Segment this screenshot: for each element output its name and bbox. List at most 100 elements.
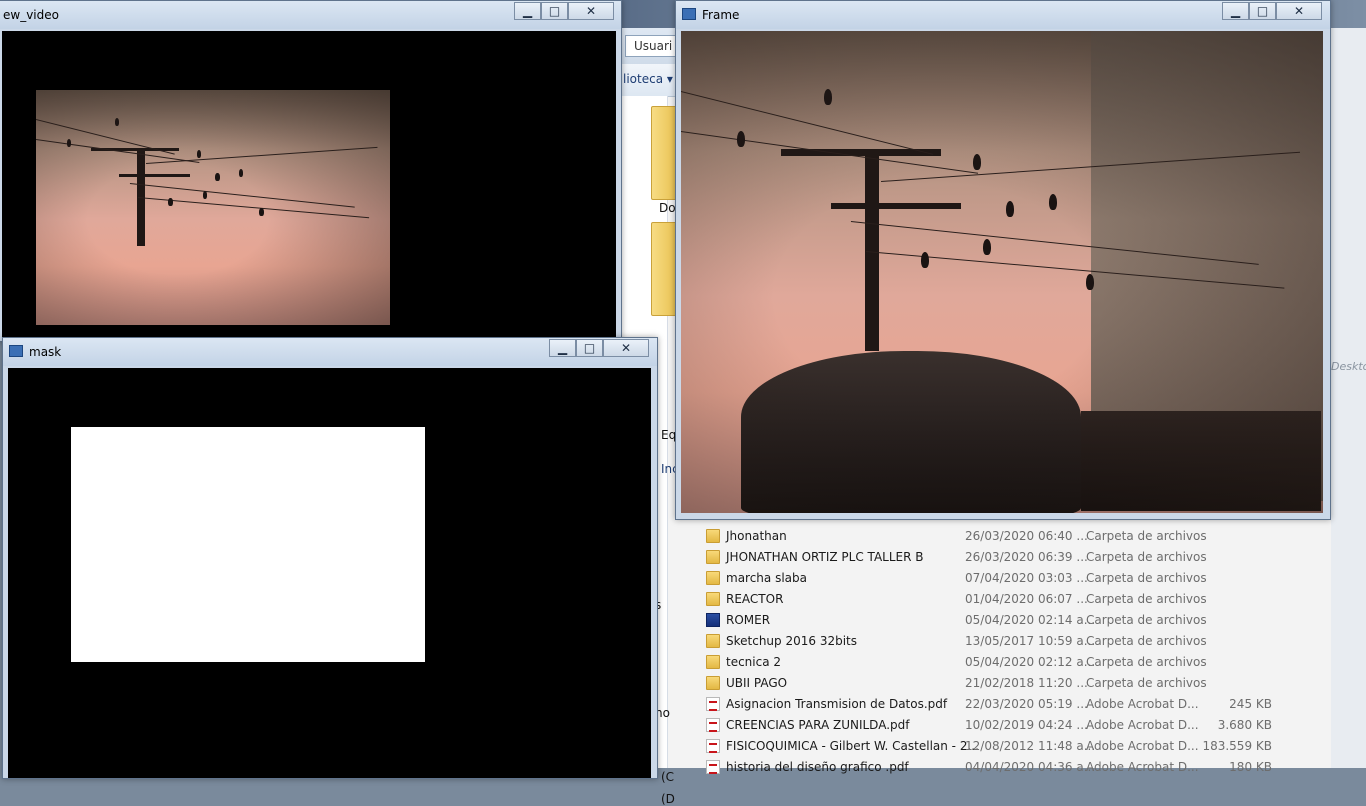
file-date: 05/04/2020 02:12 a... [965,655,1096,669]
title-bar[interactable]: Frame ▁ □ ✕ [676,1,1330,29]
file-row[interactable]: JHONATHAN ORTIZ PLC TALLER B 26/03/2020 0… [700,547,1340,568]
file-date: 10/02/2019 04:24 ... [965,718,1088,732]
window-icon [9,345,23,357]
minimize-button[interactable]: ▁ [514,2,541,20]
window-title: mask [29,345,62,359]
title-bar[interactable]: mask ▁ □ ✕ [3,338,657,366]
folder-icon [706,529,720,543]
file-type: Adobe Acrobat D... [1086,718,1199,732]
file-type: Adobe Acrobat D... [1086,739,1199,753]
file-name: FISICOQUIMICA - Gilbert W. Castellan - 2… [726,739,979,753]
maximize-button[interactable]: □ [1249,2,1276,20]
file-list: Jhonathan 26/03/2020 06:40 ... Carpeta de … [700,526,1340,774]
folder-icon [706,571,720,585]
app-icon [706,613,720,627]
file-date: 26/03/2020 06:40 ... [965,529,1088,543]
mask-canvas [8,368,651,778]
close-button[interactable]: ✕ [568,2,614,20]
file-row[interactable]: tecnica 2 05/04/2020 02:12 a... Carpeta de… [700,652,1340,673]
folder-icon [706,676,720,690]
file-type: Carpeta de archivos [1086,676,1207,690]
window-title: ew_video [3,8,59,22]
file-type: Carpeta de archivos [1086,529,1207,543]
file-row[interactable]: Jhonathan 26/03/2020 06:40 ... Carpeta de … [700,526,1340,547]
file-name: REACTOR [726,592,784,606]
file-row[interactable]: marcha slaba 07/04/2020 03:03 ... Carpeta … [700,568,1340,589]
file-type: Carpeta de archivos [1086,592,1207,606]
file-row[interactable]: FISICOQUIMICA - Gilbert W. Castellan - 2… [700,736,1340,757]
file-name: Sketchup 2016 32bits [726,634,857,648]
title-bar[interactable]: ew_video ▁ □ ✕ [0,1,621,29]
pdf-icon [706,739,720,753]
file-row[interactable]: Asignacion Transmision de Datos.pdf 22/03… [700,694,1340,715]
file-date: 07/04/2020 03:03 ... [965,571,1088,585]
window-title: Frame [702,8,740,22]
file-date: 21/02/2018 11:20 ... [965,676,1088,690]
file-date: 01/04/2020 06:07 ... [965,592,1088,606]
file-name: tecnica 2 [726,655,782,669]
file-row[interactable]: ROMER 05/04/2020 02:14 a... Carpeta de arc… [700,610,1340,631]
file-type: Adobe Acrobat D... [1086,697,1199,711]
mask-window: mask ▁ □ ✕ [2,337,658,779]
file-name: historia del diseño grafico .pdf [726,760,909,774]
file-name: CREENCIAS PARA ZUNILDA.pdf [726,718,910,732]
file-row[interactable]: REACTOR 01/04/2020 06:07 ... Carpeta de ar… [700,589,1340,610]
desktop-label: Desktop [1331,360,1366,373]
window-icon [682,8,696,20]
close-button[interactable]: ✕ [603,339,649,357]
file-type: Carpeta de archivos [1086,571,1207,585]
drive-label[interactable]: (D [661,792,675,806]
partial-label: Eq [661,428,677,442]
minimize-button[interactable]: ▁ [549,339,576,357]
file-name: marcha slaba [726,571,807,585]
folder-icon [706,655,720,669]
pdf-icon [706,697,720,711]
maximize-button[interactable]: □ [576,339,603,357]
window-controls: ▁ □ ✕ [514,2,614,20]
new-video-window: ew_video ▁ □ ✕ [0,0,622,342]
file-date: 12/08/2012 11:48 a... [965,739,1096,753]
file-name: ROMER [726,613,771,627]
file-date: 04/04/2020 04:36 a... [965,760,1096,774]
window-controls: ▁ □ ✕ [549,339,649,357]
minimize-button[interactable]: ▁ [1222,2,1249,20]
maximize-button[interactable]: □ [541,2,568,20]
library-menu[interactable]: lioteca ▾ [623,72,673,86]
vignette [681,31,1323,513]
drive-label[interactable]: (C [661,770,674,784]
frame-canvas [681,31,1323,513]
file-row[interactable]: UBII PAGO 21/02/2018 11:20 ... Carpeta de … [700,673,1340,694]
frame-window: Frame ▁ □ ✕ [675,0,1331,520]
mask-rectangle [71,427,425,662]
video-canvas [2,31,616,339]
window-controls: ▁ □ ✕ [1222,2,1322,20]
file-type: Adobe Acrobat D... [1086,760,1199,774]
file-name: Jhonathan [726,529,787,543]
vignette [36,90,390,325]
file-type: Carpeta de archivos [1086,550,1207,564]
file-size: 180 KB [1229,760,1272,774]
file-size: 245 KB [1229,697,1272,711]
file-date: 22/03/2020 05:19 ... [965,697,1088,711]
side-item[interactable]: Do [659,201,676,215]
file-row[interactable]: Sketchup 2016 32bits 13/05/2017 10:59 a..… [700,631,1340,652]
close-button[interactable]: ✕ [1276,2,1322,20]
file-date: 26/03/2020 06:39 ... [965,550,1088,564]
file-date: 13/05/2017 10:59 a... [965,634,1096,648]
file-type: Carpeta de archivos [1086,655,1207,669]
folder-icon [706,592,720,606]
folder-icon [706,634,720,648]
file-type: Carpeta de archivos [1086,613,1207,627]
file-size: 3.680 KB [1217,718,1272,732]
file-size: 183.559 KB [1202,739,1272,753]
file-date: 05/04/2020 02:14 a... [965,613,1096,627]
pdf-icon [706,760,720,774]
file-name: UBII PAGO [726,676,788,690]
file-name: JHONATHAN ORTIZ PLC TALLER B [726,550,924,564]
pdf-icon [706,718,720,732]
masked-video-image [36,90,390,325]
file-type: Carpeta de archivos [1086,634,1207,648]
file-name: Asignacion Transmision de Datos.pdf [726,697,948,711]
folder-icon [706,550,720,564]
file-row[interactable]: CREENCIAS PARA ZUNILDA.pdf 10/02/2019 04:… [700,715,1340,736]
